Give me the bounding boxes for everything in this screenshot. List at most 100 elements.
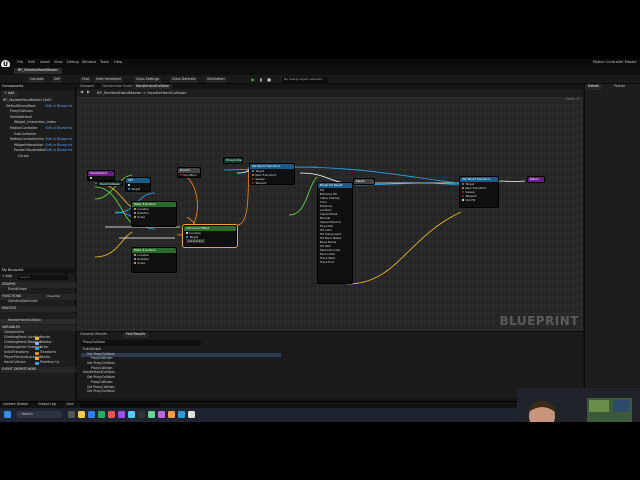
tab-compiler-results[interactable]: Compiler Results (77, 332, 110, 338)
diff-button[interactable]: Diff (52, 76, 62, 83)
vector-wire (346, 211, 462, 285)
components-header: Components (0, 84, 75, 90)
break-hit-result-node[interactable]: Break Hit Result Hit Blocking Hit Initia… (317, 182, 353, 284)
exec-pin-icon[interactable] (90, 176, 93, 179)
menu-asset[interactable]: Asset (40, 60, 50, 65)
app-icon[interactable] (98, 411, 105, 418)
app-icon[interactable] (138, 411, 145, 418)
add-component-button[interactable]: + Add (2, 91, 18, 97)
app-icon[interactable] (128, 411, 135, 418)
app-icon[interactable] (188, 411, 195, 418)
edit-in-blueprint-link[interactable]: Edit in Blueprint (45, 149, 72, 153)
stop-icon[interactable]: ■ (266, 77, 272, 83)
file-explorer-icon[interactable] (78, 411, 85, 418)
app-icon[interactable] (108, 411, 115, 418)
edit-in-blueprint-link[interactable]: Edit in Blueprint (45, 104, 72, 108)
return-node[interactable]: Return (527, 176, 545, 183)
forward-arrow-icon[interactable]: ▶ (87, 90, 90, 94)
ue-editor-window: U File Edit Asset View Debug Window Tool… (0, 59, 640, 422)
set-world-transform-node-a[interactable]: Set World Transform Target New Transform… (249, 163, 295, 185)
member-search-input[interactable]: Search (18, 275, 68, 280)
edit-in-blueprint-link[interactable]: Edit in Blueprint (45, 137, 72, 141)
set-world-transform-node-b[interactable]: Set World Transform Target New Transform… (459, 176, 499, 208)
left-panel: Components + Add BP_SkeletalHandMaster (… (0, 84, 76, 422)
windows-start-icon[interactable] (4, 411, 11, 418)
pause-icon[interactable]: ▮ (258, 77, 264, 83)
webcam-feed-image (517, 388, 640, 422)
compile-button[interactable]: Compile (28, 76, 46, 83)
app-icon[interactable] (178, 411, 185, 418)
list-item[interactable]: Get ProxyCollision (81, 390, 281, 395)
class-defaults-button[interactable]: Class Defaults (170, 76, 198, 83)
edge-icon[interactable] (88, 411, 95, 418)
tab-find-results[interactable]: Find Results (123, 332, 149, 338)
document-tabs: BP_SkeletalHandMaster (0, 67, 640, 75)
make-transform-node[interactable]: Make Transform Location Rotation Scale (131, 201, 177, 227)
breadcrumb[interactable]: BP_SkeletalHandMaster > HandleHandCollis… (97, 91, 187, 95)
app-icon[interactable] (148, 411, 155, 418)
entry-node[interactable]: HandleHand (87, 170, 115, 181)
find-results-list: EventGraph Get ProxyCollision ProxyColli… (81, 348, 281, 395)
class-settings-button[interactable]: Class Settings (134, 76, 162, 83)
edit-in-blueprint-link[interactable]: Edit in Blueprint (45, 126, 72, 130)
function-item-selected[interactable]: HandleHandCollision (0, 318, 76, 324)
branch-node[interactable]: Branch Condition (177, 167, 201, 178)
override-dropdown[interactable]: Override (47, 295, 60, 298)
actor-type-icon (35, 347, 39, 350)
task-view-icon[interactable] (68, 411, 75, 418)
variable-row[interactable]: HandCollision Primitive Co (0, 360, 76, 366)
blueprint-graph-canvas[interactable]: Zoom -5 HandleHand Hand Collision SET Ta… (77, 97, 583, 331)
cmd-dropdown[interactable]: Cmd (66, 402, 73, 406)
selected-node[interactable]: Add Local Offset Location Target 0.0 0.0… (182, 224, 238, 248)
transform-wire (236, 166, 250, 226)
menu-debug[interactable]: Debug (67, 60, 79, 65)
function-item[interactable]: ConstructionScript (0, 299, 76, 305)
project-name: Motion Controller Master (592, 60, 637, 64)
output-log-button[interactable]: Output Log (38, 402, 56, 406)
cast-node[interactable]: SET Target (125, 177, 151, 192)
find-button[interactable]: Find (80, 76, 91, 83)
find-results-search-input[interactable]: ProxyCollision (81, 340, 201, 346)
tree-item[interactable]: Cursor (0, 154, 75, 161)
app-icon[interactable] (118, 411, 125, 418)
vector-wire (94, 231, 133, 258)
float-wire (94, 186, 133, 224)
my-blueprint-panel: My Blueprint + Add Search GRAPHS EventGr… (0, 268, 76, 373)
debug-object-dropdown[interactable]: No debug object selected (282, 76, 328, 83)
make-transform-node-b[interactable]: Make Transform Location Rotation Scale (131, 247, 177, 273)
literal-value[interactable]: 0.0 0.0 0.0 (186, 238, 206, 243)
menu-tools[interactable]: Tools (100, 60, 109, 65)
hide-unrelated-button[interactable]: Hide Unrelated (94, 76, 123, 83)
get-hand-collision-node[interactable]: Hand Collision (97, 181, 123, 186)
menu-edit[interactable]: Edit (28, 60, 35, 65)
tab-details[interactable]: Details (585, 84, 603, 90)
app-icon[interactable] (158, 411, 165, 418)
menu-view[interactable]: View (54, 60, 63, 65)
menu-window[interactable]: Window (82, 60, 96, 65)
details-panel: Details Palette (584, 84, 640, 422)
app-icon[interactable] (168, 411, 175, 418)
macros-section[interactable]: MACROS (0, 306, 76, 312)
select-node[interactable]: Select (353, 178, 375, 185)
menu-file[interactable]: File (17, 60, 23, 65)
vector-type-icon (35, 357, 39, 360)
exec-pin-icon[interactable] (128, 183, 131, 186)
blueprint-toolbar: Compile Diff Find Hide Unrelated Class S… (0, 75, 640, 84)
edit-in-blueprint-link[interactable]: Edit in Blueprint (45, 143, 72, 147)
back-arrow-icon[interactable]: ◀ (80, 90, 83, 94)
object-type-icon (35, 362, 39, 365)
graph-breadcrumb-bar: ◀ ▶ BP_SkeletalHandMaster > HandleHandCo… (77, 89, 583, 97)
menu-help[interactable]: Help (114, 60, 122, 65)
simulation-button[interactable]: Simulation (205, 76, 227, 83)
taskbar-search[interactable]: ⌕ Search (16, 411, 62, 418)
event-dispatchers-section[interactable]: EVENT DISPATCHERS (0, 367, 76, 373)
tab-palette[interactable]: Palette (611, 84, 628, 90)
add-member-button[interactable]: + Add (2, 274, 12, 278)
content-drawer-button[interactable]: Content Drawer (3, 402, 28, 406)
tab-bp-skeletal-hand-master[interactable]: BP_SkeletalHandMaster (14, 68, 63, 74)
blueprint-watermark: BLUEPRINT (499, 314, 579, 328)
play-icon[interactable]: ▶ (250, 77, 256, 83)
proxy-collision-node[interactable]: ProxyCollision (223, 157, 243, 164)
graph-editor: Viewport Construction Script HandleHandC… (77, 84, 583, 331)
graph-item[interactable]: EventGraph (0, 287, 76, 293)
